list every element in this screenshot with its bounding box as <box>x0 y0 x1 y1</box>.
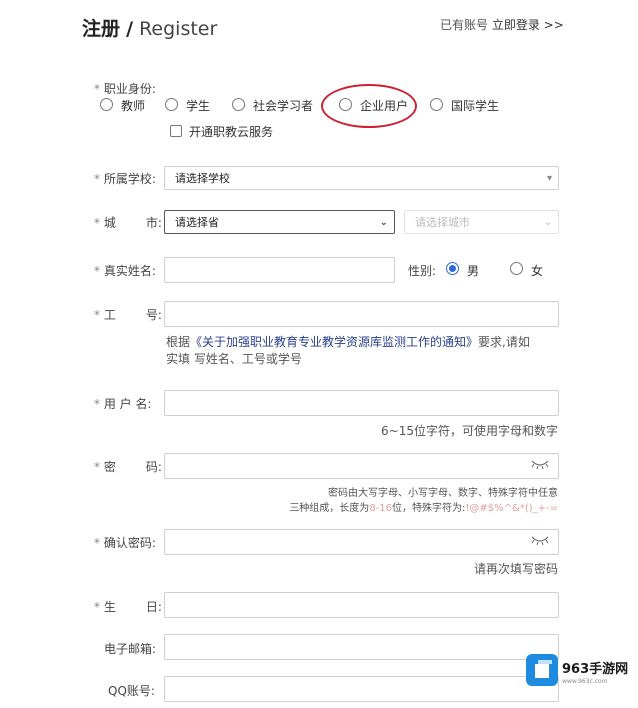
password-input[interactable] <box>164 453 559 479</box>
chevron-down-icon: ⌄ <box>543 217 552 228</box>
option-international-student-label: 国际学生 <box>451 99 500 113</box>
radio-male[interactable] <box>446 262 459 275</box>
page-title: 注册 / Register <box>82 18 218 40</box>
radio-social-learner[interactable] <box>232 98 245 111</box>
job-number-input[interactable] <box>164 301 559 327</box>
qq-label: QQ账号: <box>108 684 155 698</box>
eye-closed-icon[interactable] <box>530 534 550 546</box>
option-student-label: 学生 <box>186 99 211 113</box>
username-input[interactable] <box>164 390 559 416</box>
eye-closed-icon[interactable] <box>530 458 550 470</box>
radio-teacher[interactable] <box>100 98 113 111</box>
qq-input[interactable] <box>164 676 559 702</box>
highlight-circle <box>321 84 417 128</box>
email-label: 电子邮箱: <box>104 642 157 656</box>
confirm-password-label: * 确认密码: <box>94 536 156 550</box>
confirm-password-hint: 请再次填写密码 <box>473 562 558 576</box>
school-select[interactable]: 请选择学校 ▾ <box>164 166 559 190</box>
radio-female[interactable] <box>510 262 523 275</box>
male-label: 男 <box>467 264 480 278</box>
confirm-password-input[interactable] <box>164 529 559 555</box>
province-select[interactable]: 请选择省 ⌄ <box>164 210 395 234</box>
vocational-cloud-checkbox[interactable] <box>170 125 182 137</box>
school-label: * 所属学校: <box>94 172 156 186</box>
job-number-note-line2: 实填 写姓名、工号或学号 <box>166 352 302 366</box>
username-hint: 6~15位字符，可使用字母和数字 <box>381 424 558 438</box>
login-prompt: 已有账号 立即登录 >> <box>440 18 564 32</box>
city-label: * 城市: <box>94 216 162 230</box>
radio-student[interactable] <box>165 98 178 111</box>
password-hint-line2: 三种组成，长度为8-16位，特殊字符为:!@#$%^&*()_+-= <box>289 503 558 514</box>
gender-label: 性别: <box>408 264 437 278</box>
option-social-learner-label: 社会学习者 <box>253 99 314 113</box>
birthday-label: * 生日: <box>94 600 162 614</box>
real-name-label: * 真实姓名: <box>94 264 156 278</box>
vocational-cloud-label: 开通职教云服务 <box>189 125 274 139</box>
identity-label: * 职业身份: <box>94 82 156 96</box>
watermark-logo: 963手游网 www.963c.com <box>526 652 628 694</box>
job-number-label: * 工号: <box>94 308 162 322</box>
radio-international-student[interactable] <box>430 98 443 111</box>
job-number-note: 根据《关于加强职业教育专业教学资源库监测工作的通知》要求,请如 <box>166 335 530 349</box>
birthday-input[interactable] <box>164 592 559 618</box>
email-input[interactable] <box>164 634 559 660</box>
login-link[interactable]: 立即登录 >> <box>492 18 564 32</box>
real-name-input[interactable] <box>164 257 395 283</box>
username-label: * 用 户 名: <box>94 397 152 411</box>
cube-icon <box>526 654 558 686</box>
option-teacher-label: 教师 <box>121 99 146 113</box>
notice-link[interactable]: 《关于加强职业教育专业教学资源库监测工作的通知》 <box>190 335 478 349</box>
password-label: * 密码: <box>94 460 162 474</box>
female-label: 女 <box>531 264 544 278</box>
city-select[interactable]: 请选择城市 ⌄ <box>404 210 559 234</box>
chevron-down-icon: ▾ <box>546 173 552 184</box>
chevron-down-icon: ⌄ <box>379 217 388 228</box>
password-hint-line1: 密码由大写字母、小写字母、数字、特殊字符中任意 <box>328 488 558 499</box>
